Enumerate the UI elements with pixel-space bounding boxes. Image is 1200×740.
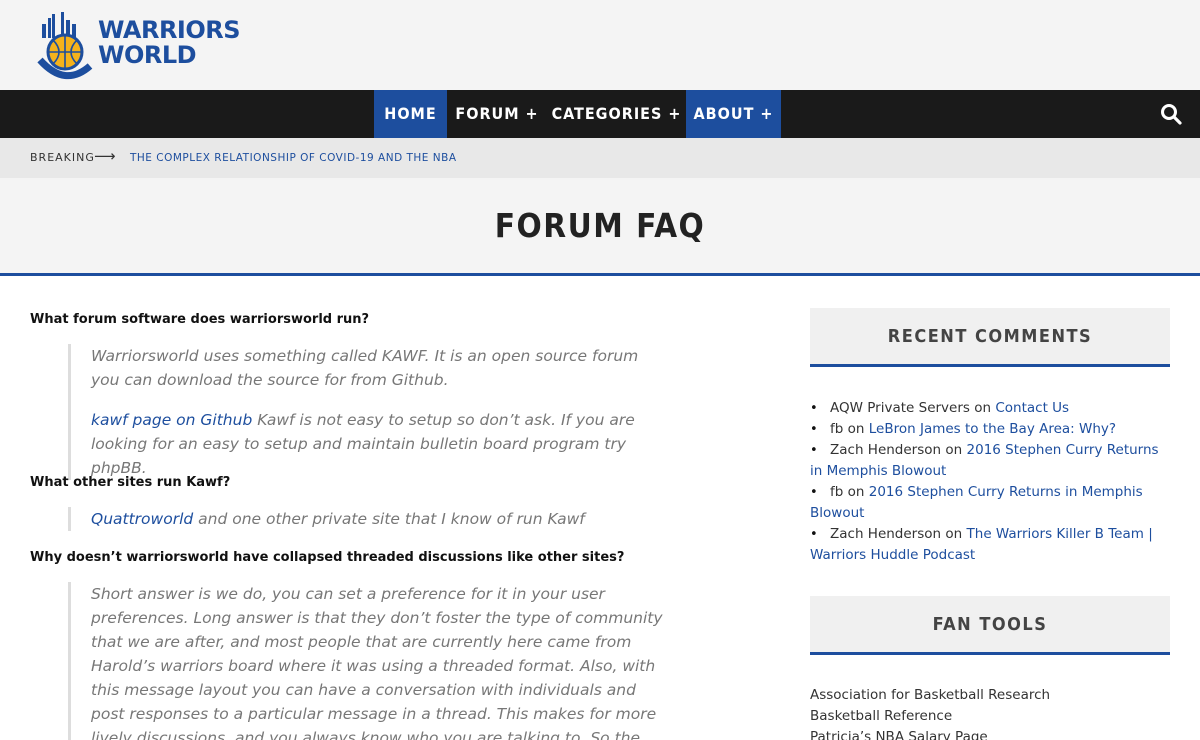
faq-answer-2: Quattroworld and one other private site …	[68, 507, 668, 531]
comment-on: on	[847, 421, 865, 437]
page-title: FORUM FAQ	[494, 206, 706, 245]
nav-categories[interactable]: CATEGORIES +	[547, 90, 686, 138]
faq-answer-1-paragraph-1: Warriorsworld uses something called KAWF…	[91, 347, 639, 389]
nav-about[interactable]: ABOUT +	[686, 90, 781, 138]
comment-on: on	[945, 526, 963, 542]
comment-author: AQW Private Servers	[830, 400, 970, 416]
comment-item: Zach Henderson on The Warriors Killer B …	[810, 524, 1170, 566]
comment-author: fb	[830, 484, 844, 500]
page-title-bar: FORUM FAQ	[0, 178, 1200, 276]
logo-line-1: WARRIORS	[98, 16, 241, 44]
fan-tool-link[interactable]: Basketball Reference	[810, 706, 1170, 727]
comment-item: Zach Henderson on 2016 Stephen Curry Ret…	[810, 440, 1170, 482]
comment-item: AQW Private Servers on Contact Us	[810, 398, 1170, 419]
breaking-label: BREAKING	[30, 151, 95, 164]
comment-post-link[interactable]: Contact Us	[995, 400, 1069, 416]
faq-answer-2-text: and one other private site that I know o…	[193, 510, 585, 528]
kawf-github-link[interactable]: kawf page on Github	[91, 411, 252, 429]
arrow-right-icon: ⟶	[94, 147, 116, 165]
comment-on: on	[974, 400, 992, 416]
site-logo[interactable]: WARRIORS WORLD	[36, 10, 241, 82]
faq-answer-3: Short answer is we do, you can set a pre…	[68, 582, 668, 740]
comment-item: fb on 2016 Stephen Curry Returns in Memp…	[810, 482, 1170, 524]
breaking-headline-link[interactable]: THE COMPLEX RELATIONSHIP OF COVID-19 AND…	[130, 152, 457, 164]
faq-answer-3-paragraph: Short answer is we do, you can set a pre…	[91, 585, 663, 740]
faq-answer-1: Warriorsworld uses something called KAWF…	[68, 344, 668, 480]
search-icon[interactable]	[1160, 103, 1182, 125]
comment-post-link[interactable]: LeBron James to the Bay Area: Why?	[869, 421, 1116, 437]
fan-tool-link[interactable]: Association for Basketball Research	[810, 685, 1170, 706]
fan-tool-link[interactable]: Patricia’s NBA Salary Page	[810, 727, 1170, 740]
logo-emblem	[37, 12, 93, 80]
recent-comments-list: AQW Private Servers on Contact Us fb on …	[810, 398, 1170, 566]
comment-item: fb on LeBron James to the Bay Area: Why?	[810, 419, 1170, 440]
comment-author: fb	[830, 421, 844, 437]
comment-author: Zach Henderson	[830, 526, 942, 542]
comment-on: on	[945, 442, 963, 458]
recent-comments-heading: RECENT COMMENTS	[810, 308, 1170, 367]
faq-answer-1-paragraph-2: kawf page on Github Kawf is not easy to …	[91, 408, 668, 480]
faq-question-1: What forum software does warriorsworld r…	[30, 312, 370, 327]
faq-question-2: What other sites run Kawf?	[30, 475, 231, 490]
comment-author: Zach Henderson	[830, 442, 942, 458]
fan-tools-list: Association for Basketball Research Bask…	[810, 685, 1170, 740]
faq-question-3: Why doesn’t warriorsworld have collapsed…	[30, 550, 625, 565]
fan-tools-heading: FAN TOOLS	[810, 596, 1170, 655]
logo-wordmark: WARRIORS WORLD	[98, 16, 241, 69]
quattroworld-link[interactable]: Quattroworld	[91, 510, 193, 528]
site-header: WARRIORS WORLD	[0, 0, 1200, 90]
breaking-news-bar: BREAKING ⟶ THE COMPLEX RELATIONSHIP OF C…	[0, 138, 1200, 178]
comment-on: on	[847, 484, 865, 500]
nav-forum[interactable]: FORUM +	[447, 90, 547, 138]
nav-home[interactable]: HOME	[374, 90, 447, 138]
logo-line-2: WORLD	[98, 41, 197, 69]
main-nav: HOME FORUM + CATEGORIES + ABOUT +	[0, 90, 1200, 138]
faq-answer-2-paragraph: Quattroworld and one other private site …	[91, 507, 668, 531]
